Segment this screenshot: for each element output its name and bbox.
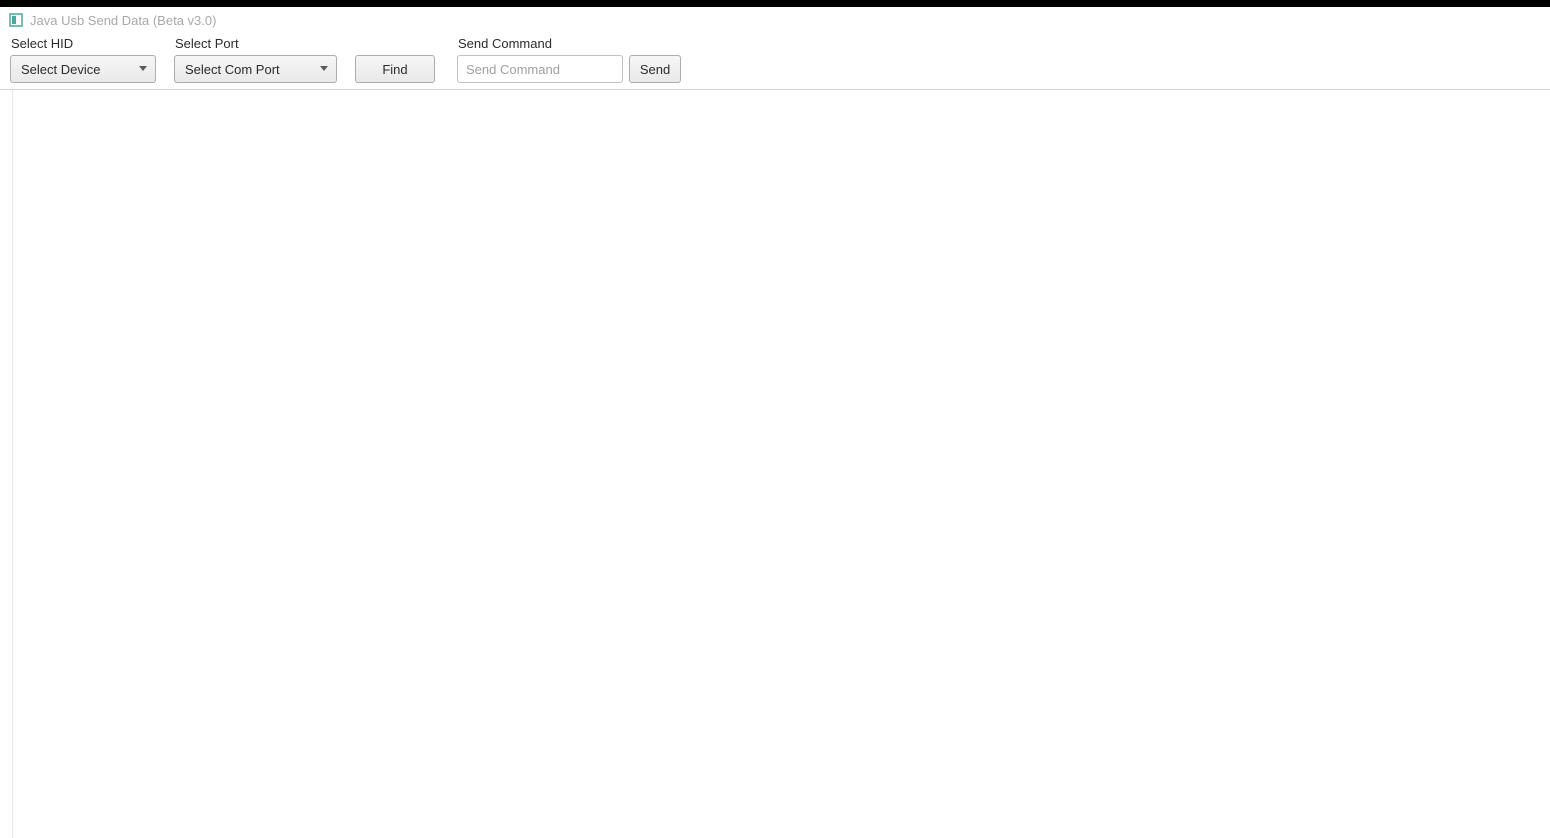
command-input[interactable] xyxy=(457,55,623,83)
command-row: Send xyxy=(457,55,681,83)
command-group: Send Command Send xyxy=(457,36,681,83)
command-label: Send Command xyxy=(457,36,681,51)
port-select-value: Select Com Port xyxy=(185,62,312,77)
chevron-down-icon xyxy=(139,66,147,72)
window-frame: Java Usb Send Data (Beta v3.0) Select HI… xyxy=(0,0,1550,838)
send-button[interactable]: Send xyxy=(629,55,681,83)
chevron-down-icon xyxy=(320,66,328,72)
hid-group: Select HID Select Device xyxy=(10,36,156,83)
top-border xyxy=(0,0,1550,7)
window-title: Java Usb Send Data (Beta v3.0) xyxy=(30,13,216,28)
toolbar: Select HID Select Device Select Port Sel… xyxy=(0,33,1550,90)
title-bar: Java Usb Send Data (Beta v3.0) xyxy=(0,7,1550,33)
find-button[interactable]: Find xyxy=(355,55,435,83)
hid-select-value: Select Device xyxy=(21,62,131,77)
hid-label: Select HID xyxy=(10,36,156,51)
port-group: Select Port Select Com Port xyxy=(174,36,337,83)
hid-select[interactable]: Select Device xyxy=(10,55,156,83)
app-icon xyxy=(8,12,24,28)
port-select[interactable]: Select Com Port xyxy=(174,55,337,83)
find-group: Find xyxy=(355,55,435,83)
port-label: Select Port xyxy=(174,36,337,51)
content-area xyxy=(12,90,1550,838)
